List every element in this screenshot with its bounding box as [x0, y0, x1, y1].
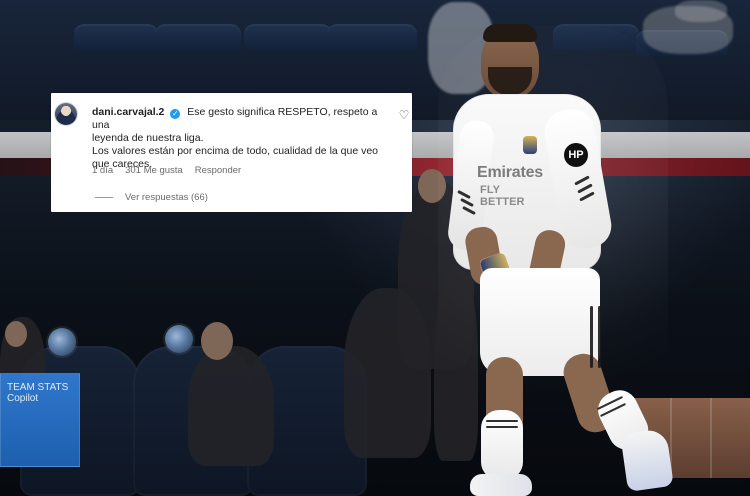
- comment-card: dani.carvajal.2 ✓ Ese gesto significa RE…: [51, 93, 412, 212]
- bench-logo: [165, 325, 193, 353]
- bench-person: [188, 346, 274, 466]
- comment-age: 1 día: [92, 165, 114, 176]
- background-person: [344, 288, 431, 458]
- stadium-seat: [327, 24, 417, 50]
- sock-stripe: [486, 426, 518, 428]
- sign-line: TEAM STATS: [7, 382, 69, 393]
- stadium-seat: [74, 24, 158, 50]
- player-boot-left: [470, 474, 532, 496]
- sponsor-logo: HP: [564, 143, 588, 167]
- comment-text-line: leyenda de nuestra liga.: [92, 132, 204, 145]
- stadium-seat: [244, 24, 332, 50]
- bench-person-face: [201, 322, 233, 360]
- verified-badge-icon: ✓: [170, 109, 181, 119]
- bench-person-face: [5, 321, 27, 347]
- sign-line: Copilot: [7, 393, 39, 404]
- jersey-sponsor-subtitle: FLY BETTER: [480, 184, 525, 208]
- shorts-stripe: [598, 306, 601, 368]
- sideline-sign: TEAM STATS Copilot: [0, 373, 80, 467]
- background-fan: [675, 0, 727, 22]
- avatar[interactable]: [55, 103, 77, 125]
- comment-line-1: dani.carvajal.2 ✓ Ese gesto significa RE…: [92, 106, 395, 132]
- shorts-stripe: [590, 306, 593, 368]
- comment-text-line: Los valores están por encima de todo, cu…: [92, 145, 379, 158]
- reply-button[interactable]: Responder: [195, 165, 241, 177]
- view-replies[interactable]: Ver respuestas (66): [95, 192, 208, 204]
- jersey-sponsor: Emirates: [477, 164, 543, 181]
- club-crest-icon: [523, 136, 537, 154]
- view-replies-label[interactable]: Ver respuestas (66): [125, 192, 208, 204]
- comment-meta: 1 día 301 Me gusta Responder: [92, 165, 241, 177]
- player-hair: [483, 24, 537, 42]
- comment-likes[interactable]: 301 Me gusta: [125, 165, 183, 177]
- comment-body: dani.carvajal.2 ✓ Ese gesto significa RE…: [92, 106, 395, 171]
- bench-logo: [48, 328, 76, 356]
- username-link[interactable]: dani.carvajal.2: [92, 106, 164, 118]
- photo-scene: TEAM STATS Copilot HP Emirates FLY BETTE…: [0, 0, 750, 496]
- sock-stripe: [486, 420, 518, 422]
- heart-icon[interactable]: ♡: [398, 109, 410, 121]
- replies-divider-icon: [95, 197, 113, 199]
- stadium-seat: [155, 24, 241, 50]
